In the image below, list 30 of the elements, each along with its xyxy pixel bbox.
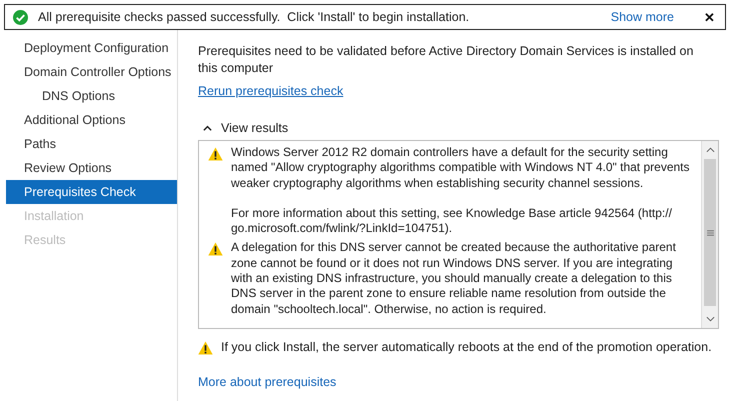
sidebar-item[interactable]: DNS Options (6, 84, 177, 108)
sidebar-item[interactable]: Review Options (6, 156, 177, 180)
result-message: For more information about this setting, see Knowledge Base article 942564 (http:// go.microsoft.com/fwlink/?LinkId=104751). (231, 206, 673, 236)
scroll-up-icon[interactable] (706, 147, 714, 153)
sidebar-item: Results (23, 232, 67, 249)
reboot-note: If you click Install, the server automatically reboots at the end of the promotion operation. (221, 340, 712, 354)
rerun-link[interactable]: Rerun prerequisites check (198, 84, 344, 98)
banner-message: All prerequisite checks passed successfully. Click 'Install' to begin installation. (38, 10, 470, 24)
view-results-label[interactable]: View results (221, 121, 288, 135)
close-button[interactable]: ✕ (704, 10, 715, 24)
more-about-prerequisites-link[interactable]: More about prerequisites (198, 375, 720, 389)
show-more-link[interactable]: Show more (610, 10, 674, 24)
warning-icon (208, 242, 223, 256)
warning-icon (208, 147, 223, 161)
warning-icon (198, 341, 213, 355)
sidebar-item[interactable]: Domain Controller Options (6, 60, 177, 84)
chevron-up-icon[interactable] (203, 125, 212, 131)
sidebar-item[interactable]: Prerequisites Check (6, 180, 177, 204)
intro-text: Prerequisites need to be validated before Active Directory Domain Services is installed on this computer (198, 43, 694, 77)
scrollbar[interactable] (701, 141, 718, 328)
sidebar-item[interactable]: Additional Options (6, 108, 177, 132)
check-circle-icon (13, 10, 28, 24)
scrollbar-thumb[interactable] (704, 159, 716, 306)
sidebar-item[interactable]: Paths (6, 132, 177, 156)
scroll-down-icon[interactable] (706, 316, 714, 322)
sidebar-item: Installation (23, 208, 85, 225)
result-message: A delegation for this DNS server cannot be created because the authoritative parent zone cannot be found or it does not run Windows DNS server. If you are integrating with an existing DNS infrastructure, you should manually create a delegation to this DNS server in the parent zone to ensure reliable name resolution from outside the domain "schooltech.local". Otherwise, no action is required. (231, 240, 677, 317)
sidebar-item[interactable]: Deployment Configuration (6, 36, 177, 60)
result-message: Windows Server 2012 R2 domain controllers have a default for the security setting named "Allow cryptography algorithms compatible with Windows NT 4.0" that prevents weaker cryptography algorithms when establishing security channel sessions. (231, 145, 691, 191)
grip-icon (706, 230, 714, 236)
